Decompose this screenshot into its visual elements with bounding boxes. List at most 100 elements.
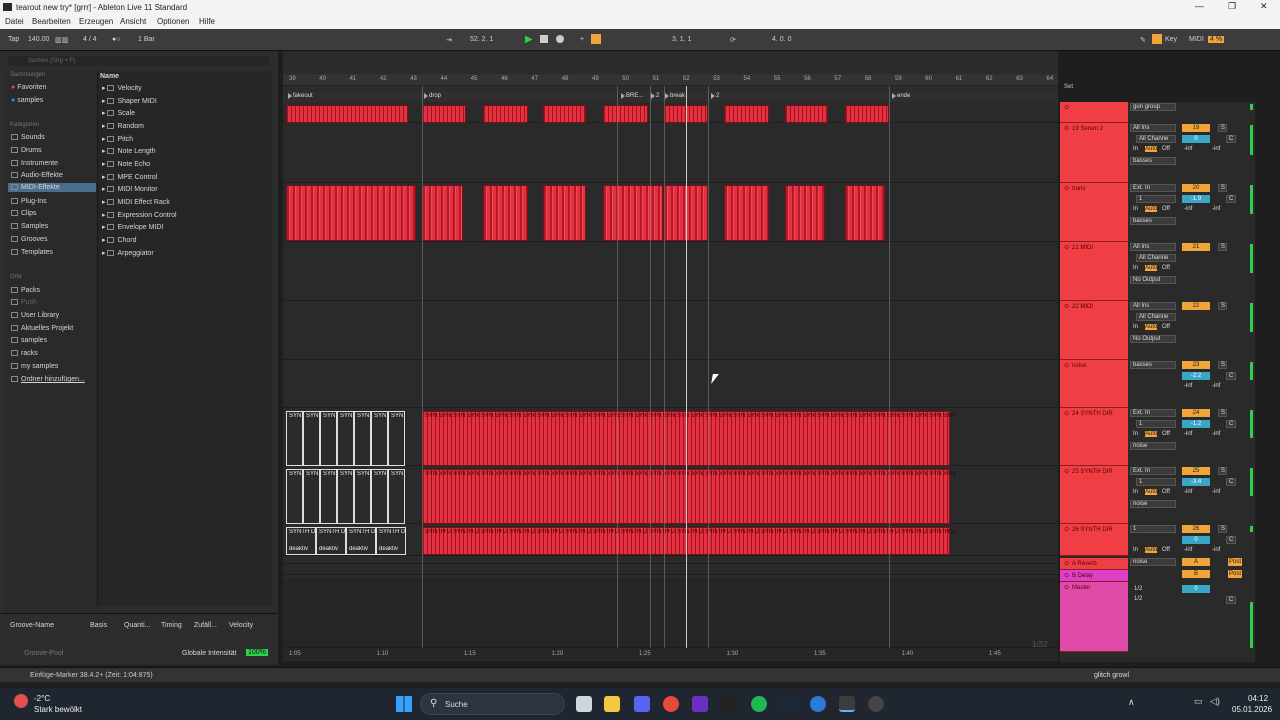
windows-start-icon[interactable] <box>396 696 412 712</box>
place-samples[interactable]: samples <box>11 337 47 344</box>
monitor-auto[interactable]: Auto <box>1145 265 1158 271</box>
track-header[interactable] <box>1060 102 1128 123</box>
locator-drop[interactable]: drop <box>423 93 441 99</box>
solo-button[interactable]: S <box>1218 243 1227 251</box>
browser-item[interactable]: ▸ Expression Control <box>102 211 177 219</box>
groove-col-random[interactable]: Zufäll... <box>194 622 217 629</box>
overdub-icon[interactable]: ●○ <box>112 36 120 43</box>
monitor-auto[interactable]: Auto <box>1145 547 1158 553</box>
return-lane[interactable] <box>283 565 1058 575</box>
return-header[interactable]: B Delay <box>1060 570 1128 582</box>
minimize-icon[interactable]: — <box>1195 1 1204 11</box>
locator-2a[interactable]: 2 <box>650 93 659 99</box>
monitor-in[interactable]: In <box>1133 431 1138 437</box>
volume-field[interactable]: -1.2 <box>1182 420 1210 428</box>
track-header[interactable]: noise <box>1060 360 1128 408</box>
master-lane[interactable] <box>283 578 1058 648</box>
track-lane[interactable] <box>283 123 1058 183</box>
clip-small[interactable]: SYN <box>354 411 371 466</box>
monitor-off[interactable]: Off <box>1162 489 1170 495</box>
app-icon[interactable] <box>810 696 826 712</box>
master-volume[interactable]: 0 <box>1182 585 1210 593</box>
network-icon[interactable]: ▭ <box>1194 696 1203 707</box>
locator-lane[interactable]: fakeout drop BRE... 2 break 2 ende <box>283 91 1058 102</box>
track-activator[interactable]: 21 <box>1182 243 1210 251</box>
pan-field[interactable]: C <box>1226 478 1236 486</box>
set-label[interactable]: Set <box>1064 84 1073 90</box>
volume-field[interactable]: -2.2 <box>1182 372 1210 380</box>
category-sounds[interactable]: Sounds <box>11 134 45 141</box>
category-plugins[interactable]: Plug-Ins <box>11 198 47 205</box>
return-post[interactable]: Post <box>1228 558 1242 566</box>
solo-button[interactable]: S <box>1218 302 1227 310</box>
stop-button[interactable] <box>540 35 548 43</box>
groove-col-timing[interactable]: Timing <box>161 622 182 629</box>
place-my-samples[interactable]: my samples <box>11 363 58 370</box>
clip[interactable] <box>785 105 828 123</box>
monitor-off[interactable]: Off <box>1162 146 1170 152</box>
monitor-in[interactable]: In <box>1133 265 1138 271</box>
pencil-icon[interactable]: ✎ <box>1140 36 1146 44</box>
clip[interactable] <box>422 185 463 241</box>
chrome-icon[interactable] <box>663 696 679 712</box>
file-explorer-icon[interactable] <box>604 696 620 712</box>
clock-time[interactable]: 04:12 <box>1248 694 1268 703</box>
input-channel-select[interactable]: All Channe <box>1136 135 1176 143</box>
input-channel-select[interactable]: All Channe <box>1136 254 1176 262</box>
clip-small[interactable]: SYN <box>388 411 405 466</box>
collection-samples[interactable]: ● samples <box>11 97 43 104</box>
track-name[interactable]: 22 MIDI <box>1064 303 1093 310</box>
collection-favoriten[interactable]: ● Favoriten <box>11 84 46 91</box>
groove-col-quant[interactable]: Quanti... <box>124 622 150 629</box>
track-name[interactable]: 19 Serum 2 <box>1064 125 1103 132</box>
clip-small[interactable]: SYN <box>286 469 303 524</box>
place-user-library[interactable]: User Library <box>11 312 59 319</box>
clip[interactable] <box>543 105 586 123</box>
global-intensity-value[interactable]: 100% <box>246 649 268 656</box>
input-type-select[interactable]: Ext. In <box>1130 467 1176 475</box>
solo-button[interactable]: S <box>1218 467 1227 475</box>
volume-field[interactable]: 0 <box>1182 536 1210 544</box>
menu-hilfe[interactable]: Hilfe <box>199 17 215 26</box>
clip[interactable] <box>724 185 769 241</box>
monitor-in[interactable]: In <box>1133 146 1138 152</box>
pan-field[interactable]: C <box>1226 135 1236 143</box>
spotify-icon[interactable] <box>751 696 767 712</box>
record-button[interactable] <box>556 35 564 43</box>
track-activator[interactable]: 19 <box>1182 124 1210 132</box>
clip-small[interactable]: SYN <box>371 469 388 524</box>
menu-erzeugen[interactable]: Erzeugen <box>79 17 113 26</box>
browser-item[interactable]: ▸ Chord <box>102 236 137 244</box>
locator-ende[interactable]: ende <box>891 93 910 99</box>
monitor-in[interactable]: In <box>1133 206 1138 212</box>
clock-date[interactable]: 05.01.2026 <box>1232 705 1272 714</box>
output-select[interactable]: noise <box>1130 500 1176 508</box>
play-button[interactable]: ▶ <box>525 34 533 45</box>
monitor-auto[interactable]: Auto <box>1145 206 1158 212</box>
category-clips[interactable]: Clips <box>11 210 37 217</box>
clip-small[interactable]: SYN <box>337 411 354 466</box>
master-header[interactable]: Master <box>1060 582 1128 652</box>
track-header[interactable]: 21 MIDI <box>1060 242 1128 301</box>
clip[interactable] <box>483 185 528 241</box>
browser-item[interactable]: ▸ Arpeggiator <box>102 249 154 257</box>
browser-item[interactable]: ▸ MPE Control <box>102 173 157 181</box>
time-ruler[interactable]: 1:05 1:10 1:15 1:20 1:25 1:30 1:35 1:40 1:45 <box>283 648 1058 660</box>
track-activator[interactable]: 26 <box>1182 525 1210 533</box>
monitor-in[interactable]: In <box>1133 324 1138 330</box>
track-name[interactable]: 26 SYNTH DIR <box>1064 526 1113 533</box>
menu-ansicht[interactable]: Ansicht <box>120 17 146 26</box>
browser-item[interactable]: ▸ Shaper MIDI <box>102 97 157 105</box>
clip-small[interactable]: SYNTH D deaktiv <box>286 527 316 555</box>
loop-start-field[interactable]: 3. 1. 1 <box>672 36 691 43</box>
track-name[interactable] <box>1064 104 1072 111</box>
clip-small[interactable]: SYN <box>303 411 320 466</box>
ableton-icon[interactable] <box>721 696 737 712</box>
clip-small[interactable]: SYN <box>371 411 388 466</box>
track-header[interactable]: 19 Serum 2 <box>1060 123 1128 183</box>
return-header[interactable]: A Reverb <box>1060 558 1128 570</box>
tap-button[interactable]: Tap <box>8 36 19 43</box>
clip-small[interactable]: SYN <box>320 411 337 466</box>
clip-small[interactable]: SYN <box>388 469 405 524</box>
midi-map-button[interactable]: MIDI <box>1189 36 1204 43</box>
